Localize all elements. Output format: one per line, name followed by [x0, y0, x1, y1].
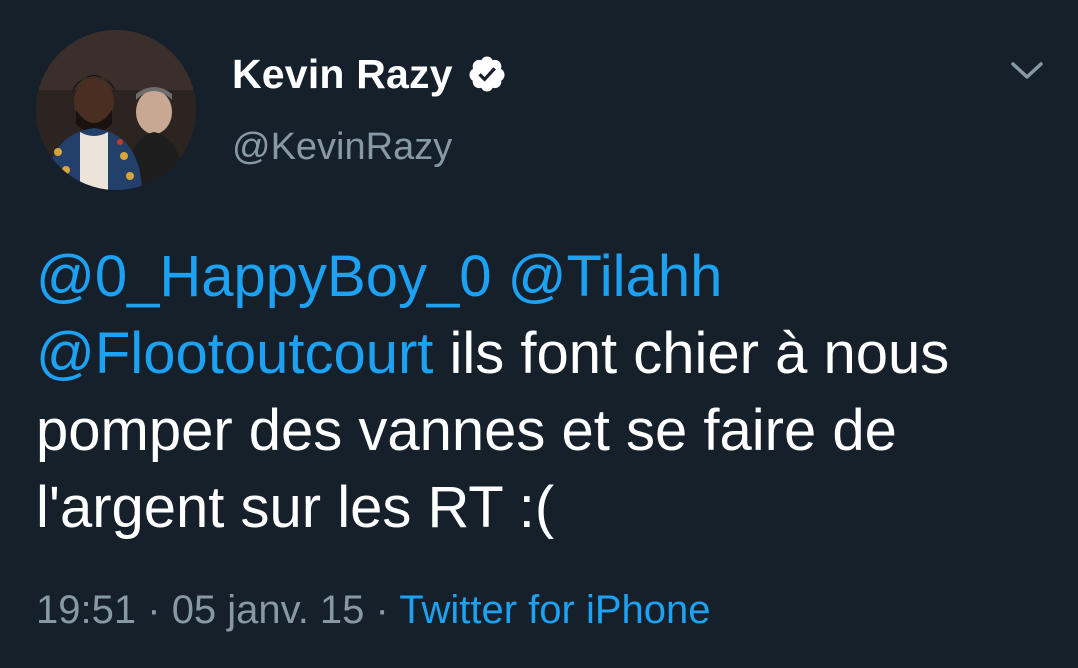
tweet-source-link[interactable]: Twitter for iPhone	[399, 588, 710, 632]
meta-separator: ·	[375, 588, 389, 632]
tweet-time: 19:51	[36, 588, 137, 632]
avatar[interactable]	[36, 30, 196, 190]
mention-link[interactable]: @Tilahh	[508, 244, 723, 309]
tweet-date: 05 janv. 15	[171, 588, 365, 632]
author-name-row: Kevin Razy	[232, 50, 507, 98]
chevron-down-icon[interactable]	[1010, 58, 1044, 84]
mention-link[interactable]: @0_HappyBoy_0	[36, 244, 492, 309]
display-name[interactable]: Kevin Razy	[232, 51, 453, 98]
tweet-detail: Kevin Razy @KevinRazy @0_HappyBoy_0 @Til…	[0, 0, 1078, 668]
mention-link[interactable]: @Flootoutcourt	[36, 321, 433, 386]
meta-separator: ·	[147, 588, 161, 632]
tweet-meta: 19:51 · 05 janv. 15 · Twitter for iPhone	[36, 588, 711, 633]
tweet-text: @0_HappyBoy_0 @Tilahh @Flootoutcourt ils…	[36, 238, 1046, 546]
user-handle[interactable]: @KevinRazy	[232, 126, 452, 169]
verified-badge-icon	[467, 54, 507, 94]
profile-photo	[36, 30, 196, 190]
